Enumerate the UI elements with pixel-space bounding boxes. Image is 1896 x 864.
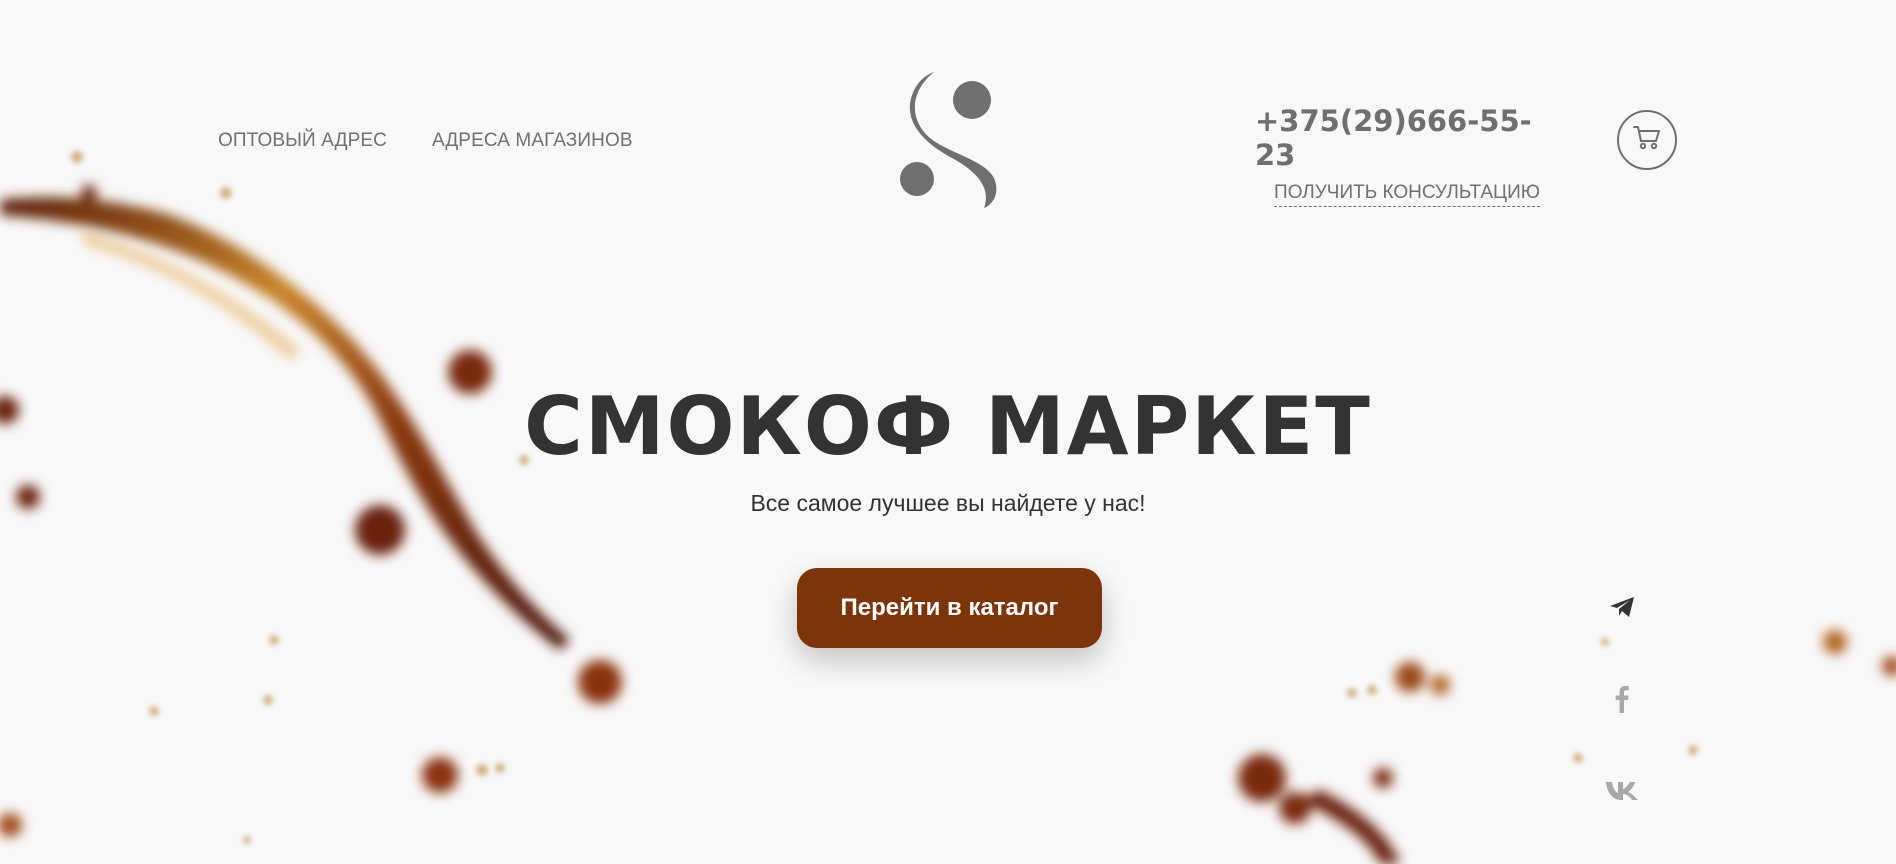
hero-title: СМОКОФ МАРКЕТ — [524, 380, 1372, 473]
nav-link-wholesale-address[interactable]: ОПТОВЫЙ АДРЕС — [218, 130, 387, 152]
go-to-catalog-button[interactable]: Перейти в каталог — [797, 568, 1102, 648]
cart-icon — [1633, 125, 1661, 156]
telegram-link[interactable] — [1604, 591, 1640, 627]
nav-link-store-addresses[interactable]: АДРЕСА МАГАЗИНОВ — [432, 130, 633, 152]
hero-subtitle: Все самое лучшее вы найдете у нас! — [750, 490, 1146, 516]
landing-page: ОПТОВЫЙ АДРЕС АДРЕСА МАГАЗИНОВ +375(29)6… — [0, 0, 1896, 864]
telegram-icon — [1609, 596, 1635, 623]
facebook-link[interactable] — [1604, 683, 1640, 719]
vk-link[interactable] — [1604, 774, 1640, 810]
top-nav: ОПТОВЫЙ АДРЕС АДРЕСА МАГАЗИНОВ — [218, 130, 633, 152]
phone-number[interactable]: +375(29)666-55-23 — [1255, 104, 1545, 172]
contact-block: +375(29)666-55-23 ПОЛУЧИТЬ КОНСУЛЬТАЦИЮ — [1255, 104, 1545, 207]
vk-icon — [1605, 780, 1639, 805]
facebook-icon — [1615, 685, 1629, 718]
s-logo-icon[interactable] — [896, 66, 1006, 208]
get-consultation-link[interactable]: ПОЛУЧИТЬ КОНСУЛЬТАЦИЮ — [1274, 182, 1540, 207]
cart-button[interactable] — [1617, 110, 1677, 170]
